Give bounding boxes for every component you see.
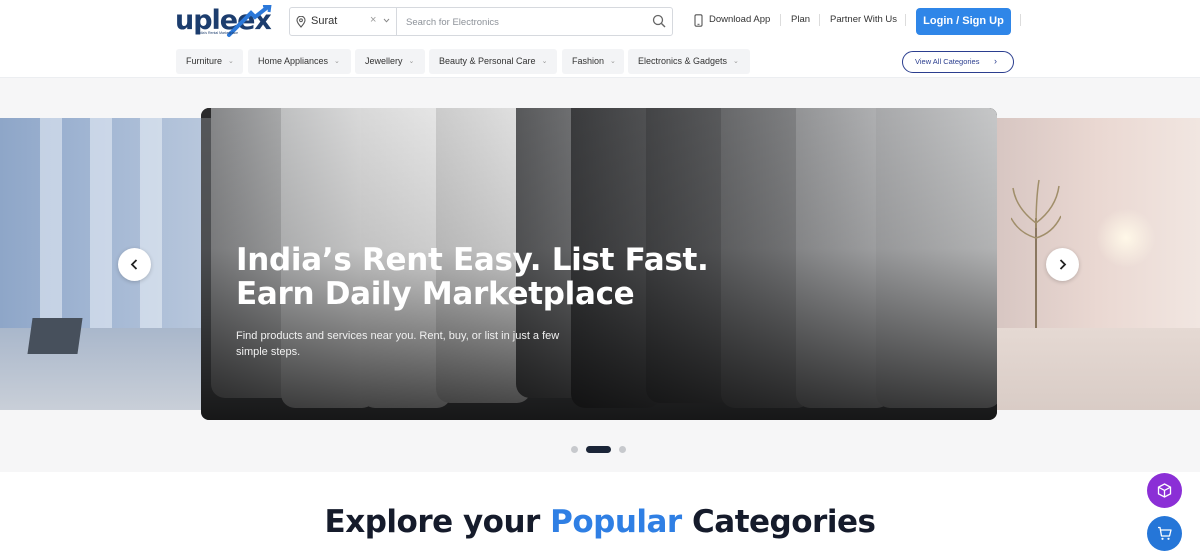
carousel-dot-active[interactable] [586,446,611,453]
category-label: Home Appliances [258,56,329,66]
plan-link[interactable]: Plan [791,14,810,25]
site-header: upleex India's Rental Marketplace Surat … [0,0,1200,44]
laptop-shape [27,318,83,354]
explore-suffix: Categories [692,504,876,540]
hero-headline-line2: Earn Daily Marketplace [236,276,635,312]
chevron-down-icon: ⌄ [408,58,415,66]
category-label: Jewellery [365,56,403,66]
nav-divider [780,14,781,26]
nav-divider [905,14,906,26]
carousel-prev-button[interactable] [118,248,151,281]
download-app-link[interactable]: Download App [709,14,770,25]
hero-carousel: India’s Rent Easy. List Fast. Earn Daily… [0,78,1200,472]
view-all-categories-button[interactable]: View All Categories › [902,51,1014,73]
package-icon [1157,483,1172,498]
chevron-left-icon [130,259,138,270]
logo-tagline: India's Rental Marketplace [197,31,239,35]
lamp-glow [1096,208,1156,268]
category-electronics-gadgets[interactable]: Electronics & Gadgets ⌄ [628,49,750,74]
chevron-right-icon [1059,259,1067,270]
category-label: Furniture [186,56,223,66]
search-input[interactable] [406,14,646,30]
carousel-next-button[interactable] [1046,248,1079,281]
hero-headline: India’s Rent Easy. List Fast. Earn Daily… [236,243,756,311]
category-label: Beauty & Personal Care [439,56,536,66]
chevron-down-icon: ⌄ [334,58,340,66]
nav-divider [1020,14,1021,26]
floating-package-button[interactable] [1147,473,1182,508]
chevron-down-icon[interactable] [383,18,390,23]
next-slide-preview [996,118,1200,410]
nav-divider [819,14,820,26]
category-beauty-personal-care[interactable]: Beauty & Personal Care ⌄ [429,49,557,74]
partner-link[interactable]: Partner With Us [830,14,897,25]
floating-cart-button[interactable] [1147,516,1182,551]
chevron-down-icon: ⌄ [733,58,739,66]
hero-headline-line1: India’s Rent Easy. List Fast. [236,242,709,278]
category-bar: Furniture ⌄ Home Appliances ⌄ Jewellery ⌄ B… [0,44,1200,78]
search-bar: Surat × [289,7,673,36]
location-clear-icon[interactable]: × [370,14,376,26]
carousel-dot[interactable] [619,446,626,453]
location-selector[interactable]: Surat × [290,8,397,35]
category-label: Electronics & Gadgets [638,56,728,66]
previous-slide-preview [0,118,205,410]
carousel-dot[interactable] [571,446,578,453]
category-fashion[interactable]: Fashion ⌄ [562,49,624,74]
category-furniture[interactable]: Furniture ⌄ [176,49,243,74]
chevron-down-icon: ⌄ [541,58,548,66]
category-jewellery[interactable]: Jewellery ⌄ [355,49,425,74]
map-pin-icon [296,16,306,28]
explore-highlight: Popular [550,504,682,540]
location-value: Surat [311,15,338,27]
category-label: Fashion [572,56,605,66]
chevron-down-icon: ⌄ [610,58,616,66]
chevron-down-icon: ⌄ [228,58,234,66]
explore-heading: Explore your Popular Categories [0,504,1200,540]
explore-prefix: Explore your [324,504,541,540]
hero-subtitle: Find products and services near you. Ren… [236,330,560,358]
view-all-label: View All Categories [915,57,980,66]
cart-icon [1158,526,1172,540]
chevron-right-icon: › [994,56,997,66]
sofa-shape [996,328,1200,410]
search-icon[interactable] [652,14,666,28]
phone-icon [694,14,703,27]
login-signup-button[interactable]: Login / Sign Up [916,8,1011,35]
upleex-logo[interactable]: upleex India's Rental Marketplace [175,5,275,39]
category-home-appliances[interactable]: Home Appliances ⌄ [248,49,351,74]
